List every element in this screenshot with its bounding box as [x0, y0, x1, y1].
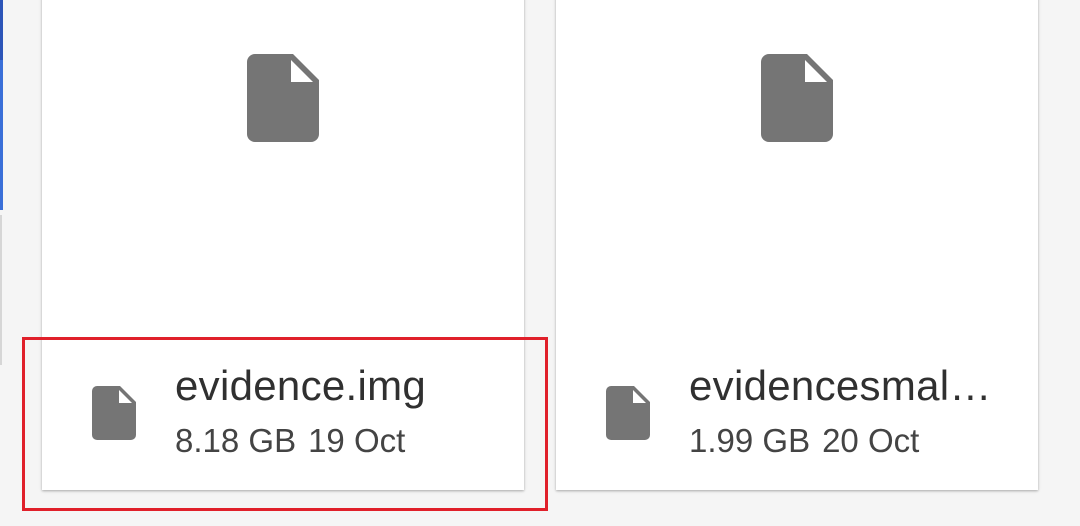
file-card-evidence[interactable]: evidence.img 8.18 GB 19 Oct: [42, 0, 524, 490]
file-info[interactable]: evidencesmall.img 1.99 GB 20 Oct: [556, 334, 1038, 490]
file-date: 19 Oct: [308, 422, 406, 459]
file-icon: [761, 54, 833, 142]
file-icon: [606, 386, 650, 440]
file-thumbnail[interactable]: [556, 0, 1038, 326]
file-meta: 8.18 GB 19 Oct: [175, 422, 405, 460]
file-date: 20 Oct: [822, 422, 920, 459]
file-thumbnail[interactable]: [42, 0, 524, 326]
file-icon: [92, 386, 136, 440]
file-meta: 1.99 GB 20 Oct: [689, 422, 919, 460]
file-size: 1.99 GB: [689, 422, 811, 459]
file-name: evidencesmall.img: [689, 362, 1001, 409]
side-panel-edge-divider: [0, 215, 2, 365]
file-name: evidence.img: [175, 362, 427, 409]
file-icon: [247, 54, 319, 142]
side-panel-edge-top: [0, 0, 3, 60]
file-card-evidencesmall[interactable]: evidencesmall.img 1.99 GB 20 Oct: [556, 0, 1038, 490]
file-info[interactable]: evidence.img 8.18 GB 19 Oct: [42, 334, 524, 490]
file-size: 8.18 GB: [175, 422, 297, 459]
